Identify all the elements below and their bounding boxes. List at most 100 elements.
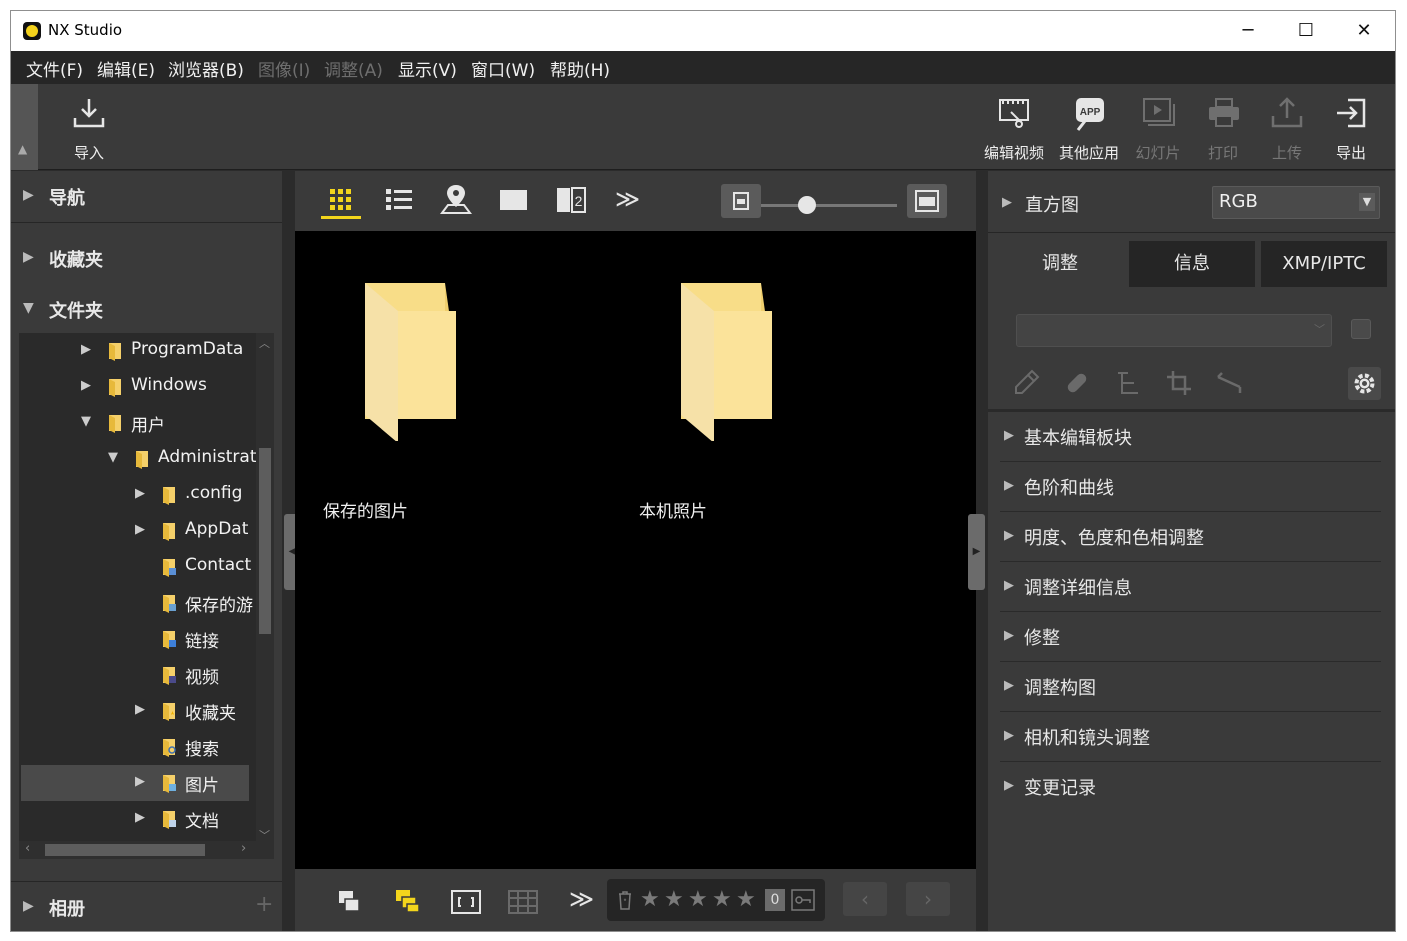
albums-section-header[interactable]: ▶ 相册 +: [11, 881, 282, 931]
tree-item[interactable]: 搜索: [21, 729, 249, 765]
menu-image[interactable]: 图像(I): [258, 56, 310, 81]
section-lch[interactable]: ▶ 明度、色度和色相调整: [1000, 512, 1381, 562]
more-tools-icon[interactable]: ≫: [569, 885, 594, 913]
tree-item[interactable]: ▶ ProgramData: [21, 333, 249, 369]
tab-adjust[interactable]: 调整: [998, 241, 1122, 287]
folder-thumbnail[interactable]: [669, 281, 779, 443]
scroll-thumb[interactable]: [45, 844, 205, 856]
tree-item[interactable]: ▶ 文档: [21, 801, 249, 837]
next-image-button[interactable]: ›: [906, 882, 950, 916]
tree-item-selected[interactable]: ▶ 图片: [21, 765, 249, 801]
histogram-section-header[interactable]: ▶ 直方图 RGB ▼: [988, 171, 1395, 233]
scroll-left-icon[interactable]: ‹: [25, 841, 30, 856]
rating-star-3[interactable]: ★: [688, 887, 708, 912]
folder-thumbnail[interactable]: [353, 281, 463, 443]
maximize-button[interactable]: ☐: [1277, 11, 1335, 51]
map-view-button[interactable]: [436, 183, 476, 219]
scroll-down-icon[interactable]: ﹀: [259, 827, 270, 843]
close-button[interactable]: ✕: [1335, 11, 1393, 51]
crop-icon[interactable]: [1165, 369, 1193, 397]
edit-video-button[interactable]: 编辑视频: [979, 84, 1049, 170]
section-composition[interactable]: ▶ 调整构图: [1000, 662, 1381, 712]
title-bar: NX Studio ─ ☐ ✕: [11, 11, 1395, 51]
collapse-right-panel-button[interactable]: ▶: [968, 514, 985, 590]
section-camera-lens[interactable]: ▶ 相机和镜头调整: [1000, 712, 1381, 762]
tree-item[interactable]: 保存的游: [21, 585, 253, 621]
tree-item[interactable]: ▼ 用户: [21, 405, 249, 441]
straighten-icon[interactable]: [1114, 369, 1142, 397]
tree-item[interactable]: ▶ AppDat: [21, 513, 249, 549]
more-views-icon[interactable]: ≫: [615, 185, 640, 213]
protect-key-icon[interactable]: [791, 888, 815, 912]
tab-xmp-iptc[interactable]: XMP/IPTC: [1261, 241, 1387, 287]
minimize-button[interactable]: ─: [1219, 11, 1277, 51]
right-splitter[interactable]: ▶: [968, 171, 988, 931]
scroll-right-icon[interactable]: ›: [241, 841, 246, 856]
section-basic-edit[interactable]: ▶ 基本编辑板块: [1000, 412, 1381, 462]
rating-star-5[interactable]: ★: [736, 887, 756, 912]
section-detail[interactable]: ▶ 调整详细信息: [1000, 562, 1381, 612]
tree-vertical-scrollbar[interactable]: ︿ ﹀: [256, 333, 274, 859]
tree-horizontal-scrollbar[interactable]: ‹ ›: [19, 841, 256, 859]
import-button[interactable]: 导入: [54, 84, 124, 170]
list-view-button[interactable]: [379, 183, 419, 219]
previous-image-button[interactable]: ‹: [843, 882, 887, 916]
channel-select[interactable]: RGB ▼: [1212, 186, 1380, 219]
menu-edit[interactable]: 编辑(E): [97, 56, 155, 81]
larger-thumbnails-button[interactable]: [907, 184, 947, 218]
menu-browser[interactable]: 浏览器(B): [168, 56, 244, 81]
menu-help[interactable]: 帮助(H): [550, 56, 610, 81]
tree-item[interactable]: ▼ Administrat: [21, 441, 257, 477]
fit-frame-icon: [451, 890, 481, 914]
adjust-settings-button[interactable]: [1348, 367, 1381, 400]
tree-item[interactable]: ▶ 收藏夹: [21, 693, 249, 729]
folder-tree[interactable]: ▶ ProgramData ▶ Windows ▼ 用户 ▼ Administr…: [19, 333, 274, 859]
left-splitter[interactable]: ◀: [282, 171, 301, 931]
collapse-arrow-icon: ▼: [81, 414, 91, 429]
tree-item[interactable]: Contact: [21, 549, 251, 585]
tab-info[interactable]: 信息: [1129, 241, 1255, 287]
smaller-thumbnails-button[interactable]: [721, 184, 761, 218]
grid-overlay-button[interactable]: [507, 887, 539, 917]
perspective-icon[interactable]: [1216, 369, 1244, 397]
preset-dropdown[interactable]: ﹀: [1016, 314, 1332, 347]
tree-item[interactable]: 视频: [21, 657, 249, 693]
compare-view-button[interactable]: 2: [551, 183, 591, 219]
favorites-section-header[interactable]: ▶ 收藏夹: [11, 233, 282, 285]
rating-star-4[interactable]: ★: [712, 887, 732, 912]
stack-view-button[interactable]: [335, 887, 365, 917]
folder-label: 保存的图片: [323, 502, 408, 522]
export-button[interactable]: 导出: [1316, 84, 1386, 170]
scroll-thumb[interactable]: [259, 448, 271, 634]
thumbnail-grid-view-button[interactable]: [321, 183, 361, 219]
menu-window[interactable]: 窗口(W): [471, 56, 535, 81]
bandage-icon[interactable]: [1063, 369, 1091, 397]
thumbnail-size-slider-track[interactable]: [761, 204, 897, 207]
expand-arrow-icon: ▶: [135, 702, 145, 717]
menu-file[interactable]: 文件(F): [26, 56, 83, 81]
section-retouch[interactable]: ▶ 修整: [1000, 612, 1381, 662]
folders-section-header[interactable]: ▼ 文件夹: [11, 284, 282, 336]
group-view-button[interactable]: [393, 887, 423, 917]
label-count[interactable]: 0: [765, 889, 785, 911]
thumbnail-size-slider-knob[interactable]: [798, 196, 816, 214]
tree-item[interactable]: ▶ Windows: [21, 369, 249, 405]
menu-view[interactable]: 显示(V): [398, 56, 457, 81]
preset-checkbox[interactable]: [1351, 319, 1371, 339]
rating-star-1[interactable]: ★: [640, 887, 660, 912]
section-history[interactable]: ▶ 变更记录: [1000, 762, 1381, 812]
menu-adjust[interactable]: 调整(A): [324, 56, 383, 81]
nav-section-header[interactable]: ▶ 导航: [11, 171, 282, 223]
single-image-view-button[interactable]: [493, 183, 533, 219]
section-label: 调整详细信息: [1024, 578, 1132, 599]
rating-star-2[interactable]: ★: [664, 887, 684, 912]
section-levels-curves[interactable]: ▶ 色阶和曲线: [1000, 462, 1381, 512]
add-album-icon[interactable]: +: [255, 892, 273, 917]
retouch-brush-icon[interactable]: [1012, 369, 1040, 397]
toolbar-collapse-button[interactable]: ▲: [11, 84, 38, 170]
fit-view-button[interactable]: [450, 887, 482, 917]
scroll-up-icon[interactable]: ︿: [259, 335, 270, 351]
trash-star-icon[interactable]: [617, 890, 633, 910]
tree-item[interactable]: 链接: [21, 621, 249, 657]
tree-item[interactable]: ▶ .config: [21, 477, 249, 513]
